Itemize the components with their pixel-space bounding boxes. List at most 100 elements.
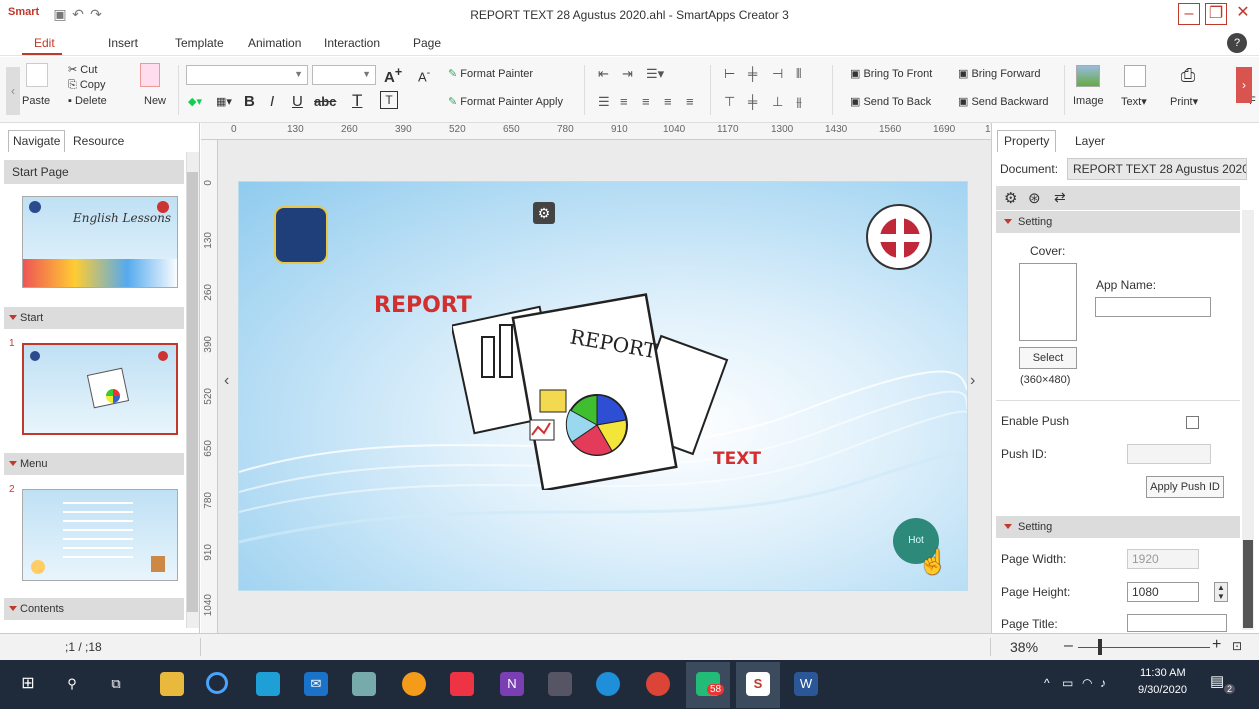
bold-button[interactable]: B — [244, 93, 255, 110]
image-button[interactable]: Image — [1073, 95, 1104, 107]
printer-icon[interactable]: ⎙ — [1176, 65, 1200, 87]
settings-gear-icon[interactable]: ⚙ — [533, 202, 555, 224]
align-obj-bottom-icon[interactable]: ⊥ — [772, 95, 783, 109]
italic-button[interactable]: I — [270, 93, 274, 110]
bring-to-front-button[interactable]: ▣ Bring To Front — [850, 67, 932, 80]
tab-resource[interactable]: Resource — [68, 130, 130, 152]
delete-button[interactable]: ▪ Delete — [68, 95, 107, 107]
close-button[interactable]: ✕ — [1232, 3, 1254, 25]
indent-decrease-icon[interactable]: ⇤ — [598, 67, 609, 81]
align-obj-right-icon[interactable]: ⊣ — [772, 67, 783, 81]
chrome-icon[interactable] — [646, 672, 670, 696]
ribbon-scroll-left-icon[interactable]: ‹ — [6, 67, 20, 115]
zoom-in-icon[interactable]: + — [1212, 636, 1221, 654]
strikethrough-button[interactable]: abc — [314, 94, 336, 109]
push-id-input[interactable] — [1127, 444, 1211, 464]
new-page-icon[interactable] — [140, 63, 160, 87]
edge-icon[interactable] — [596, 672, 620, 696]
ribbon-scroll-right-icon[interactable]: › — [1236, 67, 1252, 103]
line-spacing-icon[interactable]: ☰▾ — [646, 67, 664, 81]
section-contents[interactable]: Contents — [4, 598, 184, 620]
menu-page[interactable]: Page — [413, 36, 441, 50]
left-scrollbar-thumb[interactable] — [187, 172, 198, 612]
text-color-button[interactable]: T — [352, 91, 362, 111]
align-center-icon[interactable]: ≡ — [642, 95, 650, 109]
minimize-button[interactable]: – — [1178, 3, 1200, 25]
tab-layer[interactable]: Layer — [1068, 130, 1113, 152]
slide-2-thumbnail[interactable] — [22, 489, 178, 581]
cover-preview[interactable] — [1019, 263, 1077, 341]
file-explorer-icon[interactable] — [160, 672, 184, 696]
clock-time[interactable]: 11:30 AM — [1140, 667, 1186, 679]
menu-interaction[interactable]: Interaction — [324, 36, 380, 50]
next-slide-icon[interactable]: › — [970, 372, 975, 390]
cut-button[interactable]: ✂ Cut — [68, 63, 97, 76]
wifi-icon[interactable]: ◠ — [1082, 676, 1092, 690]
start-page-header[interactable]: Start Page — [4, 160, 184, 184]
align-left-icon[interactable]: ≡ — [620, 95, 628, 109]
text-button[interactable]: Text▾ — [1121, 95, 1147, 108]
onenote-icon[interactable]: N — [500, 672, 524, 696]
border-color-button[interactable]: ▦▾ — [216, 95, 232, 108]
clock-date[interactable]: 9/30/2020 — [1138, 684, 1187, 696]
menu-insert[interactable]: Insert — [108, 36, 138, 50]
enable-push-checkbox[interactable] — [1186, 416, 1199, 429]
windows-start-icon[interactable]: ⊞ — [16, 672, 40, 696]
smartapps-creator-icon[interactable]: S — [746, 672, 770, 696]
menu-animation[interactable]: Animation — [248, 36, 301, 50]
copy-button[interactable]: ⎘ Copy — [68, 79, 106, 92]
zoom-slider-thumb[interactable] — [1098, 639, 1102, 655]
tab-navigate[interactable]: Navigate — [8, 130, 66, 152]
section-start[interactable]: Start — [4, 307, 184, 329]
distribute-v-icon[interactable]: ⫵ — [796, 95, 802, 109]
tray-arrow-icon[interactable]: ^ — [1044, 676, 1050, 690]
fill-color-button[interactable]: ◆▾ — [188, 95, 202, 108]
text-title-text[interactable]: TEXT — [713, 449, 761, 469]
font-grow-button[interactable]: A+ — [384, 65, 402, 86]
chrome-icon[interactable] — [402, 672, 426, 696]
send-to-back-button[interactable]: ▣ Send To Back — [850, 95, 931, 108]
app-icon[interactable] — [548, 672, 572, 696]
app-icon[interactable] — [450, 672, 474, 696]
app-icon[interactable] — [352, 672, 376, 696]
new-button[interactable]: New — [144, 95, 166, 107]
start-page-thumbnail[interactable]: English Lessons — [22, 196, 178, 288]
apply-push-id-button[interactable]: Apply Push ID — [1146, 476, 1224, 498]
maximize-button[interactable]: ❐ — [1205, 3, 1227, 25]
print-button[interactable]: Print▾ — [1170, 95, 1198, 108]
cortana-icon[interactable] — [206, 672, 228, 694]
help-icon[interactable]: ? — [1227, 33, 1247, 53]
search-icon[interactable]: ⚲ — [60, 672, 84, 696]
setting-section-2[interactable]: Setting — [996, 516, 1240, 538]
font-size-select[interactable]: ▼ — [312, 65, 376, 85]
select-cover-button[interactable]: Select — [1019, 347, 1077, 369]
image-icon[interactable] — [1076, 65, 1100, 87]
font-family-select[interactable]: ▼ — [186, 65, 308, 85]
align-right-icon[interactable]: ≡ — [664, 95, 672, 109]
slide-1-thumbnail[interactable] — [22, 343, 178, 435]
setting-section-1[interactable]: Setting — [996, 211, 1240, 233]
right-scrollbar-thumb[interactable] — [1243, 540, 1253, 628]
task-view-icon[interactable]: ⧉ — [104, 672, 128, 696]
action-center-icon[interactable]: ▤ — [1210, 672, 1224, 690]
volume-icon[interactable]: ♪ — [1100, 676, 1106, 690]
app-name-input[interactable] — [1095, 297, 1211, 317]
text-box-icon[interactable]: T — [380, 91, 398, 109]
align-obj-middle-icon[interactable]: ╪ — [748, 95, 757, 109]
gear-icon[interactable]: ⚙ — [1004, 189, 1017, 207]
distribute-h-icon[interactable]: ⫴ — [796, 67, 801, 81]
indent-increase-icon[interactable]: ⇥ — [622, 67, 633, 81]
mail-icon[interactable]: ✉ — [304, 672, 328, 696]
align-obj-center-icon[interactable]: ╪ — [748, 67, 757, 81]
prev-slide-icon[interactable]: ‹ — [224, 372, 229, 390]
zoom-out-icon[interactable]: – — [1064, 637, 1073, 655]
align-obj-left-icon[interactable]: ⊢ — [724, 67, 735, 81]
align-obj-top-icon[interactable]: ⊤ — [724, 95, 735, 109]
app-icon[interactable] — [256, 672, 280, 696]
paste-button[interactable]: Paste — [22, 95, 50, 107]
menu-template[interactable]: Template — [175, 36, 224, 50]
tab-property[interactable]: Property — [997, 130, 1057, 152]
battery-icon[interactable]: ▭ — [1062, 676, 1073, 690]
font-shrink-button[interactable]: A- — [418, 67, 430, 84]
report-illustration[interactable]: REPORT — [452, 285, 742, 490]
